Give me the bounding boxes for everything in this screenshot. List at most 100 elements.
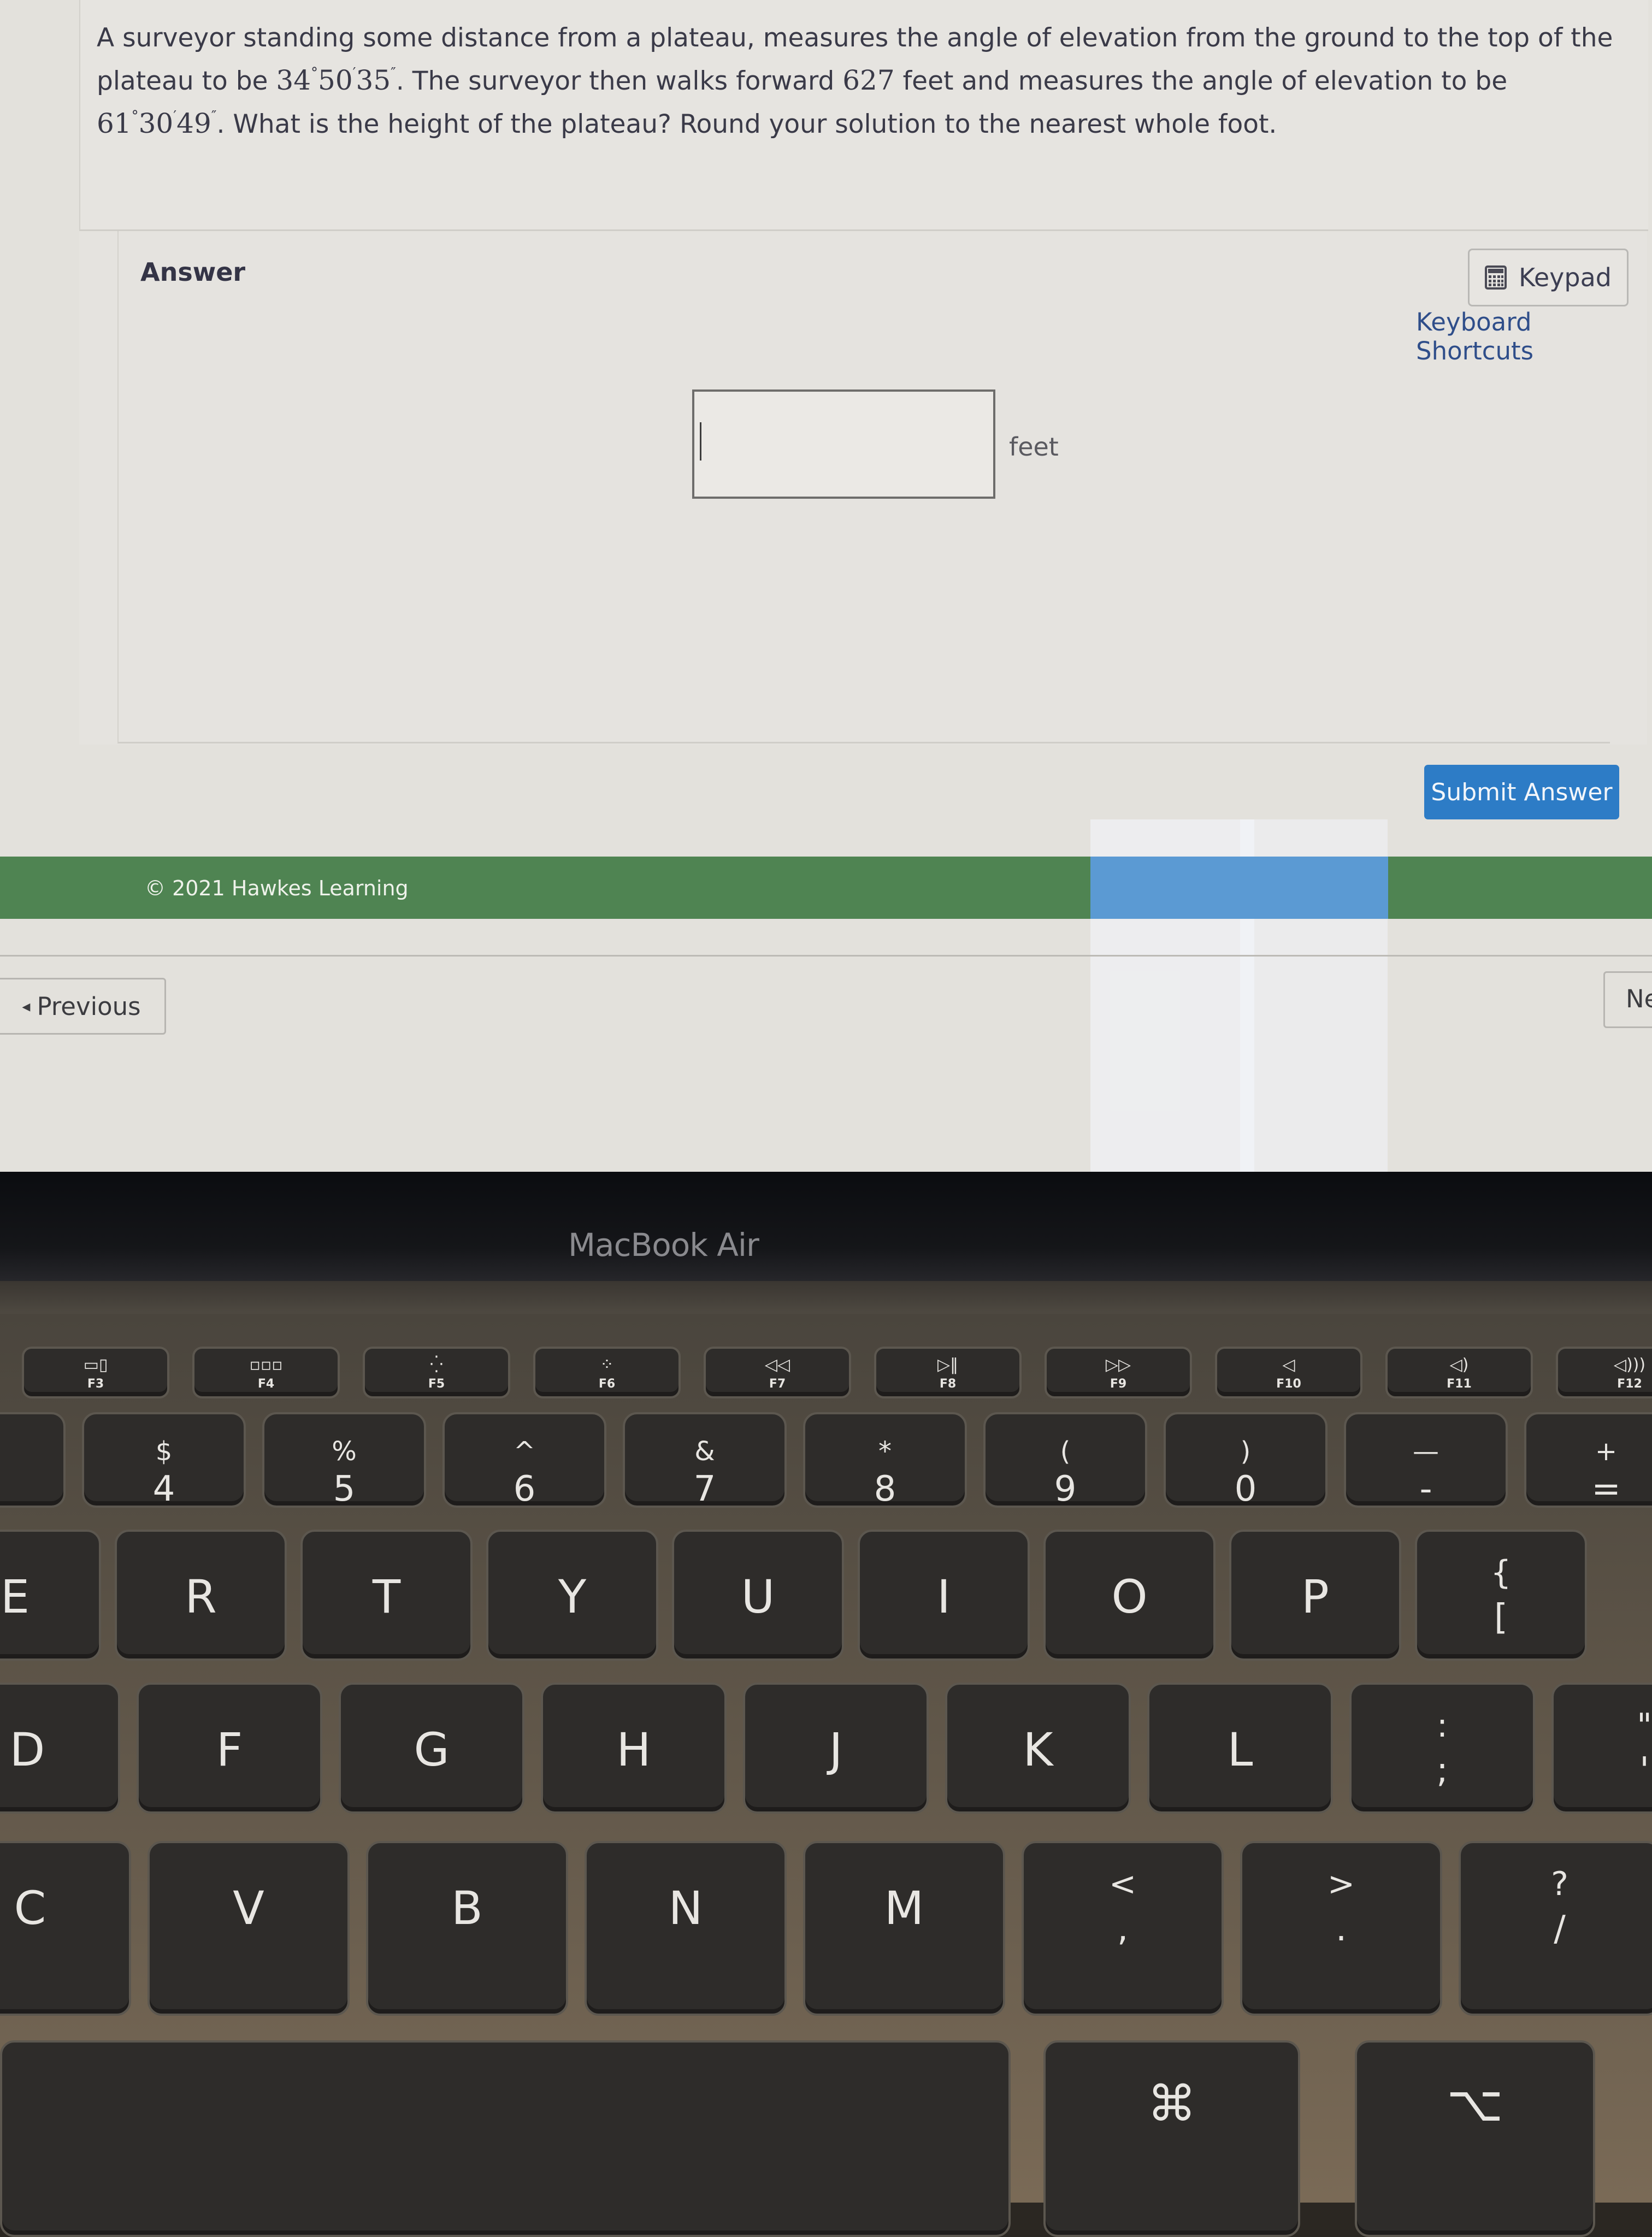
key-V[interactable]: V bbox=[148, 1841, 350, 2016]
key-R[interactable]: R bbox=[115, 1530, 287, 1661]
physical-keyboard: ▭▯ F3 ▫▫▫ F4 ⁛ F5 ⁘ F6 ◁◁ F7 ▷‖ F8 ▷▷ F9 ◁ F10 ◁) F11 ◁)))… bbox=[0, 1314, 1652, 2237]
key-letter: Y bbox=[558, 1570, 587, 1624]
key-f3[interactable]: ▭▯ F3 bbox=[22, 1347, 169, 1398]
key-6[interactable]: ^ 6 bbox=[442, 1412, 606, 1509]
key-5[interactable]: % 5 bbox=[262, 1412, 426, 1509]
key-f10[interactable]: ◁ F10 bbox=[1215, 1347, 1362, 1398]
fkey-label: F10 bbox=[1276, 1377, 1301, 1391]
key-B[interactable]: B bbox=[366, 1841, 568, 2016]
key-0[interactable]: ) 0 bbox=[1164, 1412, 1328, 1509]
key-main-symbol: 4 bbox=[152, 1469, 175, 1509]
key-f8[interactable]: ▷‖ F8 bbox=[874, 1347, 1022, 1398]
calculator-icon bbox=[1485, 265, 1507, 290]
key-main-symbol: [ bbox=[1494, 1597, 1508, 1638]
key-main-symbol: ; bbox=[1436, 1750, 1448, 1791]
key-punct[interactable]: <, bbox=[1022, 1841, 1224, 2016]
fkey-label: F4 bbox=[257, 1377, 275, 1391]
fkey-label: F5 bbox=[428, 1377, 445, 1391]
key-shift-symbol: ( bbox=[1060, 1436, 1071, 1467]
key-f12[interactable]: ◁))) F12 bbox=[1556, 1347, 1652, 1398]
key-shift-symbol: & bbox=[694, 1436, 715, 1467]
key-punct[interactable]: " ' bbox=[1551, 1683, 1652, 1814]
key-letter: K bbox=[1023, 1723, 1053, 1776]
key-I[interactable]: I bbox=[858, 1530, 1030, 1661]
key-f4[interactable]: ▫▫▫ F4 bbox=[192, 1347, 340, 1398]
key-main-symbol: 3 bbox=[0, 1469, 63, 1509]
key-L[interactable]: L bbox=[1147, 1683, 1333, 1814]
key-f11[interactable]: ◁) F11 bbox=[1385, 1347, 1533, 1398]
key-9[interactable]: (9 bbox=[983, 1412, 1147, 1509]
key-4[interactable]: $4 bbox=[82, 1412, 246, 1509]
key-shift-symbol: $ bbox=[155, 1436, 173, 1467]
caret-left-icon: ◂ bbox=[22, 996, 31, 1016]
keypad-button-label: Keypad bbox=[1519, 263, 1612, 292]
key-C[interactable]: C bbox=[0, 1841, 131, 2016]
key-U[interactable]: U bbox=[672, 1530, 844, 1661]
fkey-icon: ⁛ bbox=[430, 1355, 443, 1374]
previous-button[interactable]: ◂ Previous bbox=[0, 978, 166, 1035]
key-8[interactable]: * 8 bbox=[803, 1412, 967, 1509]
macbook-air-label: MacBook Air bbox=[568, 1226, 759, 1264]
key-f6[interactable]: ⁘ F6 bbox=[533, 1347, 681, 1398]
key-O[interactable]: O bbox=[1043, 1530, 1216, 1661]
next-button[interactable]: Ne bbox=[1603, 971, 1652, 1028]
key-main-symbol: . bbox=[1335, 1909, 1347, 1949]
fkey-icon: ⁘ bbox=[600, 1355, 614, 1374]
key-main-symbol: 8 bbox=[874, 1469, 896, 1509]
key-E[interactable]: E bbox=[0, 1530, 101, 1661]
answer-panel: Answer Keypad Keyboard Shortcuts feet Su… bbox=[79, 231, 1647, 819]
key-main-symbol: , bbox=[1117, 1909, 1129, 1949]
key-punct[interactable]: >. bbox=[1240, 1841, 1442, 2016]
fkey-icon: ▷‖ bbox=[937, 1355, 959, 1374]
fkey-icon: ▫▫▫ bbox=[249, 1355, 283, 1374]
key-space[interactable] bbox=[0, 2040, 1011, 2237]
fkey-label: F6 bbox=[598, 1377, 616, 1391]
key-G[interactable]: G bbox=[339, 1683, 524, 1814]
key-punct[interactable]: ? / bbox=[1459, 1841, 1652, 2016]
key-shift-symbol: # bbox=[0, 1436, 63, 1467]
key-command[interactable]: ⌘ bbox=[1043, 2040, 1300, 2237]
key-3[interactable]: #3 bbox=[0, 1412, 66, 1508]
answer-area: Answer Keypad Keyboard Shortcuts feet Su… bbox=[117, 231, 1629, 819]
key-[interactable]: {[ bbox=[1415, 1530, 1587, 1661]
key-option[interactable]: ⌥ bbox=[1355, 2040, 1595, 2237]
key-F[interactable]: F bbox=[137, 1683, 322, 1814]
key-7[interactable]: & 7 bbox=[623, 1412, 787, 1509]
key-shift-symbol: ^ bbox=[513, 1436, 536, 1467]
key-shift-symbol: > bbox=[1327, 1865, 1355, 1903]
key-main-symbol: 6 bbox=[513, 1469, 536, 1509]
key-f7[interactable]: ◁◁ F7 bbox=[704, 1347, 851, 1398]
key-=[interactable]: + = bbox=[1524, 1412, 1652, 1509]
keypad-button[interactable]: Keypad bbox=[1468, 249, 1629, 306]
key-letter: D bbox=[9, 1723, 45, 1776]
fkey-label: F9 bbox=[1110, 1377, 1127, 1391]
key-letter: O bbox=[1111, 1570, 1148, 1624]
key-f5[interactable]: ⁛ F5 bbox=[363, 1347, 510, 1398]
key-Y[interactable]: Y bbox=[486, 1530, 658, 1661]
key-K[interactable]: K bbox=[945, 1683, 1131, 1814]
angle-2: 61°30′49″ bbox=[97, 108, 217, 139]
submit-answer-button[interactable]: Submit Answer bbox=[1424, 765, 1619, 819]
fkey-icon: ◁))) bbox=[1613, 1355, 1646, 1374]
key-letter: G bbox=[414, 1723, 450, 1776]
laptop-hinge bbox=[0, 1281, 1652, 1314]
key-punct[interactable]: :; bbox=[1349, 1683, 1535, 1814]
key-letter: C bbox=[14, 1881, 46, 1935]
previous-button-label: Previous bbox=[37, 991, 141, 1021]
key-N[interactable]: N bbox=[585, 1841, 787, 2016]
keyboard-shortcuts-link[interactable]: Keyboard Shortcuts bbox=[1416, 308, 1610, 365]
key-P[interactable]: P bbox=[1229, 1530, 1401, 1661]
key-H[interactable]: H bbox=[541, 1683, 727, 1814]
key-D[interactable]: D bbox=[0, 1683, 120, 1814]
fkey-icon: ◁) bbox=[1449, 1355, 1469, 1374]
key-f9[interactable]: ▷▷ F9 bbox=[1045, 1347, 1192, 1398]
fkey-icon: ◁◁ bbox=[764, 1355, 790, 1374]
key-shift-symbol: — bbox=[1413, 1436, 1439, 1467]
key--[interactable]: — - bbox=[1344, 1412, 1508, 1509]
key-shift-symbol: { bbox=[1490, 1554, 1512, 1592]
key-M[interactable]: M bbox=[803, 1841, 1005, 2016]
key-J[interactable]: J bbox=[743, 1683, 929, 1814]
nav-divider bbox=[0, 955, 1652, 957]
key-T[interactable]: T bbox=[300, 1530, 473, 1661]
answer-input[interactable] bbox=[692, 389, 995, 499]
